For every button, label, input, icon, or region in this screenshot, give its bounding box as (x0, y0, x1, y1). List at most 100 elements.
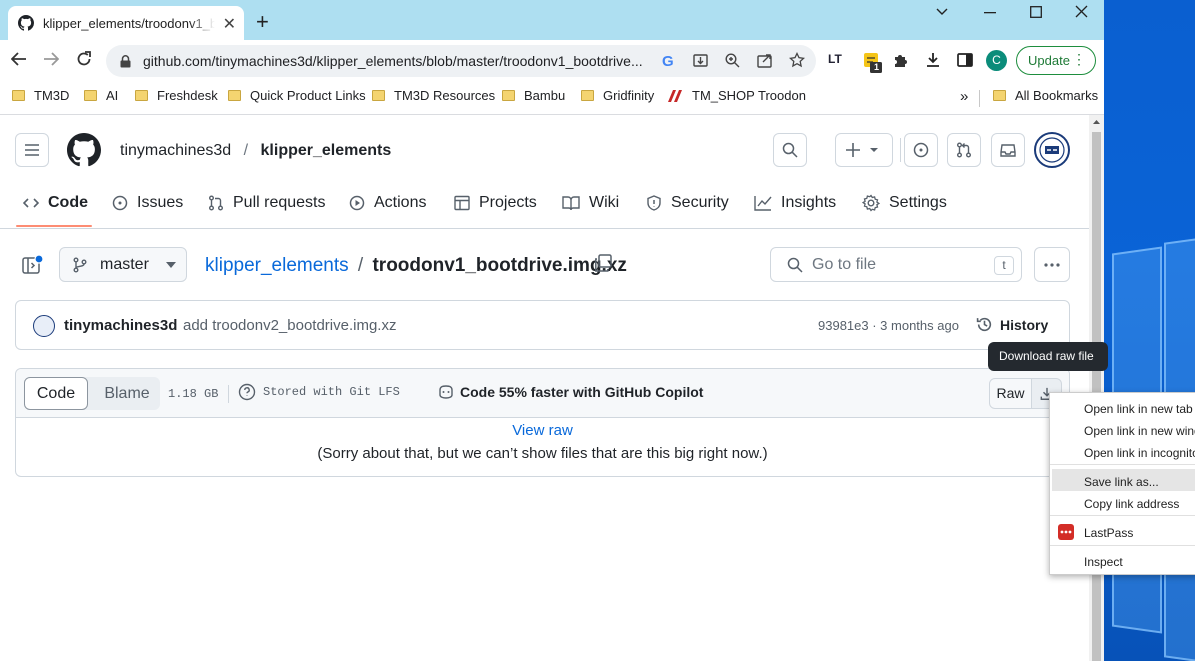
zoom-icon[interactable] (725, 53, 740, 68)
bookmarks-divider (979, 90, 980, 107)
reload-icon[interactable] (76, 51, 92, 67)
install-app-icon[interactable] (693, 53, 708, 68)
repo-link[interactable]: klipper_elements (261, 142, 392, 159)
tab-actions[interactable]: Actions (349, 194, 426, 212)
go-to-file-search[interactable]: Go to file t (770, 247, 1022, 282)
bookmark-label: Bambu (524, 88, 566, 103)
owner-link[interactable]: tinymachines3d (120, 142, 231, 159)
menu-copy-link-address[interactable]: Copy link address (1084, 497, 1179, 511)
file-too-big-message: (Sorry about that, but we can’t show fil… (317, 445, 768, 462)
copy-path-icon[interactable] (594, 254, 612, 272)
tab-label: Security (671, 194, 729, 211)
search-button[interactable] (773, 133, 807, 167)
address-bar[interactable]: github.com/tinymachines3d/klipper_elemen… (106, 45, 816, 77)
chrome-menu-icon[interactable]: ⋮ (1072, 51, 1086, 68)
raw-button[interactable]: Raw (989, 378, 1032, 409)
profile-avatar[interactable]: C (986, 50, 1007, 71)
github-logo-icon[interactable] (67, 133, 101, 167)
bookmark-star-icon[interactable] (789, 52, 805, 68)
forward-icon[interactable] (43, 51, 59, 67)
branch-icon (73, 257, 87, 272)
lfs-label: Stored with Git LFS (263, 385, 400, 399)
tab-code[interactable]: Code (23, 194, 88, 212)
bookmark-gridfinity[interactable]: Gridfinity (581, 88, 654, 103)
tab-insights[interactable]: Insights (754, 194, 836, 212)
side-panel-icon[interactable] (957, 52, 973, 68)
bookmark-label: TM3D (34, 88, 70, 103)
active-tab-underline (16, 225, 92, 227)
user-avatar[interactable] (1034, 132, 1070, 168)
code-view-button[interactable]: Code (24, 377, 88, 410)
update-label: Update (1028, 53, 1070, 68)
menu-save-link-as[interactable]: Save link as... (1084, 475, 1159, 489)
close-tab-icon[interactable]: ✕ (223, 14, 236, 34)
maximize-icon[interactable] (1030, 6, 1042, 18)
browser-tab-strip: klipper_elements/troodonv1_bootdrive.img… (0, 0, 1104, 40)
menu-open-incognito[interactable]: Open link in incognito window (1084, 446, 1195, 460)
inbox-button[interactable] (991, 133, 1025, 167)
tab-issues[interactable]: Issues (112, 194, 183, 212)
issues-button[interactable] (904, 133, 938, 167)
menu-open-new-window[interactable]: Open link in new window (1084, 424, 1195, 438)
path-repo-link[interactable]: klipper_elements (205, 255, 349, 276)
branch-selector[interactable]: master (59, 247, 187, 282)
extension-badge-icon[interactable]: 1 (863, 52, 883, 74)
more-options-button[interactable] (1034, 247, 1070, 282)
google-lens-icon[interactable]: G (662, 53, 674, 70)
author-avatar[interactable] (33, 315, 55, 337)
bookmark-tm-shop-troodon[interactable]: TM_SHOP Troodon (668, 88, 806, 103)
update-button[interactable]: Update ⋮ (1016, 46, 1096, 75)
file-size: 1.18 GB (168, 387, 219, 401)
bookmark-quick-product-links[interactable]: Quick Product Links (228, 88, 366, 103)
view-raw-line: View raw (16, 422, 1069, 439)
copilot-icon (439, 385, 453, 399)
view-raw-link[interactable]: View raw (512, 422, 573, 439)
bookmark-freshdesk[interactable]: Freshdesk (135, 88, 218, 103)
path-separator: / (357, 255, 364, 276)
copilot-promo[interactable]: Code 55% faster with GitHub Copilot (437, 384, 703, 400)
lock-icon[interactable] (120, 54, 131, 68)
browser-toolbar: github.com/tinymachines3d/klipper_elemen… (0, 40, 1104, 82)
browser-tab[interactable]: klipper_elements/troodonv1_bootdrive.img… (8, 6, 244, 40)
file-tree-toggle-icon[interactable] (22, 255, 44, 275)
breadcrumb-separator: / (243, 142, 249, 159)
folder-icon (581, 90, 594, 101)
bookmark-tm3d-resources[interactable]: TM3D Resources (372, 88, 495, 103)
new-tab-icon[interactable]: + (256, 9, 269, 35)
tab-projects[interactable]: Projects (454, 194, 537, 212)
bookmark-tm3d[interactable]: TM3D (12, 88, 69, 103)
bookmark-ai[interactable]: AI (84, 88, 118, 103)
share-icon[interactable] (757, 53, 773, 68)
close-window-icon[interactable] (1075, 5, 1088, 18)
menu-lastpass[interactable]: LastPass (1084, 526, 1133, 540)
menu-inspect[interactable]: Inspect (1084, 555, 1123, 569)
all-bookmarks[interactable]: All Bookmarks (993, 88, 1098, 103)
github-page: tinymachines3d / klipper_elements Code I… (0, 115, 1089, 661)
history-label: History (1000, 316, 1049, 333)
blame-view-button[interactable]: Blame (94, 377, 160, 410)
tab-settings[interactable]: Settings (862, 194, 947, 212)
tab-security[interactable]: Security (646, 194, 729, 212)
commit-sha-time[interactable]: 93981e3 · 3 months ago (818, 318, 959, 333)
history-button[interactable]: History (976, 316, 1048, 333)
downloads-icon[interactable] (925, 52, 941, 68)
pull-requests-button[interactable] (947, 133, 981, 167)
go-to-file-placeholder: Go to file (812, 255, 877, 273)
folder-icon (228, 90, 241, 101)
bookmark-bambu[interactable]: Bambu (502, 88, 565, 103)
hamburger-menu-button[interactable] (15, 133, 49, 167)
bookmarks-overflow-icon[interactable]: » (960, 88, 968, 105)
menu-open-new-tab[interactable]: Open link in new tab (1084, 402, 1193, 416)
tab-wiki[interactable]: Wiki (562, 194, 619, 212)
back-icon[interactable] (11, 51, 27, 67)
tab-pull-requests[interactable]: Pull requests (208, 194, 326, 212)
tab-search-icon[interactable] (935, 4, 949, 18)
languagetool-extension-icon[interactable]: LT (828, 52, 842, 66)
create-new-button[interactable] (835, 133, 893, 167)
link-context-menu: Open link in new tab Open link in new wi… (1049, 392, 1195, 575)
commit-author[interactable]: tinymachines3d (64, 317, 177, 334)
commit-message[interactable]: add troodonv2_bootdrive.img.xz (183, 317, 396, 334)
folder-icon (12, 90, 25, 101)
extensions-puzzle-icon[interactable] (893, 52, 909, 68)
minimize-icon[interactable] (984, 12, 996, 14)
